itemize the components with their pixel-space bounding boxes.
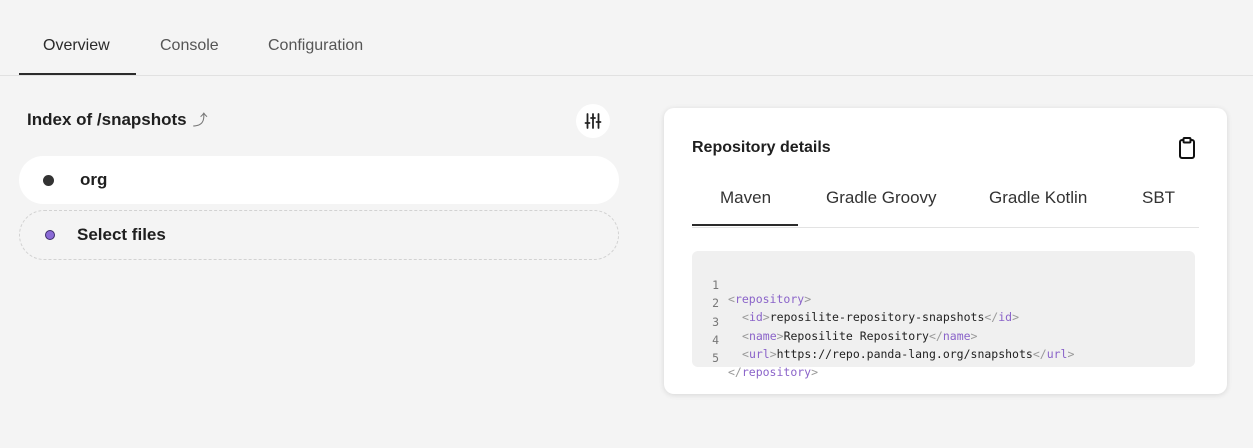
build-tool-tabs: Maven Gradle Groovy Gradle Kotlin SBT — [692, 170, 1199, 228]
sliders-icon — [584, 113, 602, 129]
top-tabs: Overview Console Configuration — [0, 0, 1253, 76]
code-snippet[interactable]: 1 <repository> 2 <id>reposilite-reposito… — [692, 251, 1195, 379]
tab-maven[interactable]: Maven — [720, 188, 771, 208]
code-line: 2 <id>reposilite-repository-snapshots</i… — [712, 296, 1020, 324]
select-files-dropzone[interactable]: Select files — [19, 210, 619, 260]
copy-button[interactable] — [1175, 136, 1199, 160]
tab-gradle-groovy[interactable]: Gradle Groovy — [826, 188, 937, 208]
clipboard-icon — [1179, 137, 1195, 159]
active-build-tab-underline — [692, 224, 798, 226]
tab-console[interactable]: Console — [160, 37, 219, 55]
tab-overview[interactable]: Overview — [43, 37, 110, 55]
code-line: 5 </repository> — [712, 351, 819, 379]
tab-configuration[interactable]: Configuration — [268, 37, 363, 55]
file-item-org[interactable]: org — [19, 156, 619, 204]
index-heading: Index of /snapshots ⤴ — [27, 109, 208, 130]
active-tab-underline — [19, 73, 136, 75]
code-line: 4 <url>https://repo.panda-lang.org/snaps… — [712, 333, 1075, 361]
code-line: 3 <name>Reposilite Repository</name> — [712, 315, 978, 343]
directory-dot-icon — [43, 175, 54, 186]
repository-details-card: Repository details Maven Gradle Groovy G… — [664, 108, 1227, 394]
upload-dot-icon — [45, 230, 55, 240]
code-line: 1 <repository> — [712, 278, 812, 306]
card-title: Repository details — [692, 139, 831, 156]
settings-button[interactable] — [576, 104, 610, 138]
tab-gradle-kotlin[interactable]: Gradle Kotlin — [989, 188, 1087, 208]
index-title: Index of /snapshots — [27, 110, 187, 129]
select-files-label: Select files — [77, 225, 166, 244]
arrow-up-icon[interactable]: ⤴ — [193, 112, 208, 129]
file-name: org — [80, 170, 108, 189]
tab-sbt[interactable]: SBT — [1142, 188, 1175, 208]
